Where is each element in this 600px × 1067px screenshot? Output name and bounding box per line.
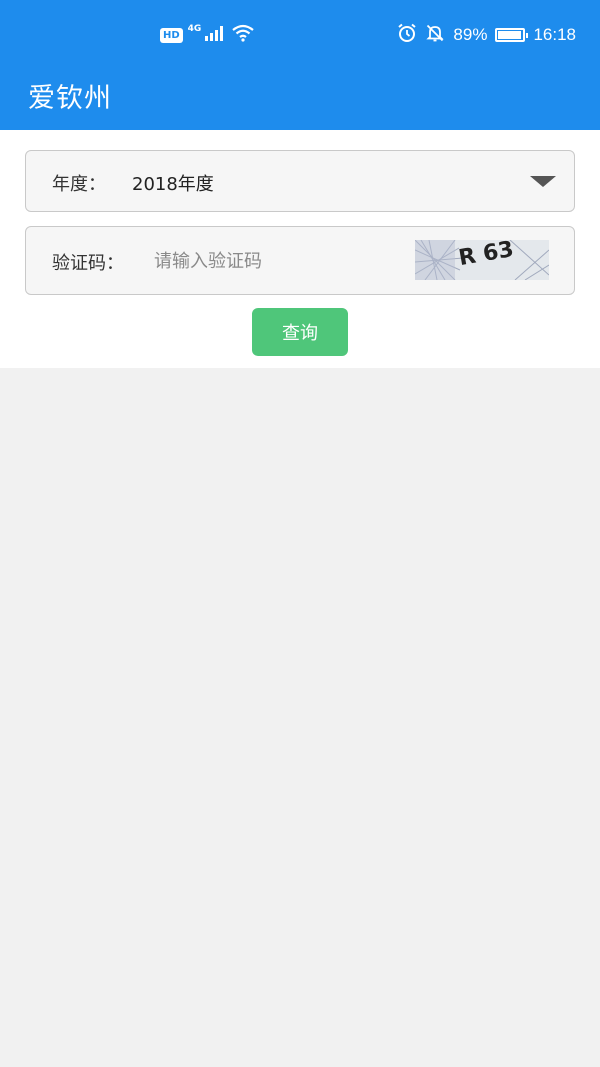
network-type-label: 4G bbox=[187, 24, 202, 34]
year-select[interactable]: 年度： 2018年度 bbox=[25, 150, 575, 212]
wifi-icon bbox=[231, 24, 255, 46]
app-title: 爱钦州 bbox=[28, 83, 112, 114]
alarm-icon bbox=[397, 23, 417, 48]
query-form: 年度： 2018年度 验证码： 请输入验证码 R 63 查询 bbox=[0, 130, 600, 368]
dropdown-arrow-icon bbox=[530, 176, 556, 187]
query-button[interactable]: 查询 bbox=[252, 308, 348, 356]
year-label: 年度： bbox=[52, 174, 106, 195]
hd-icon: HD bbox=[160, 27, 183, 43]
mute-bell-icon bbox=[425, 23, 445, 48]
captcha-field: 验证码： R 63 bbox=[25, 226, 575, 295]
captcha-image[interactable]: R 63 bbox=[415, 240, 549, 280]
year-value: 2018年度 bbox=[132, 174, 214, 195]
status-right: 89% 16:18 bbox=[397, 22, 576, 48]
status-bar: HD 4G 89% 16:18 bbox=[0, 0, 600, 70]
captcha-input[interactable] bbox=[154, 245, 404, 277]
battery-level-fill bbox=[498, 31, 522, 39]
clock-time: 16:18 bbox=[533, 25, 576, 44]
battery-percent: 89% bbox=[453, 25, 488, 44]
status-left: HD 4G bbox=[160, 22, 255, 48]
captcha-label: 验证码： bbox=[52, 253, 124, 274]
signal-icon bbox=[204, 25, 226, 45]
top-bar: HD 4G 89% 16:18 爱钦州 bbox=[0, 0, 600, 130]
battery-icon bbox=[495, 28, 529, 42]
